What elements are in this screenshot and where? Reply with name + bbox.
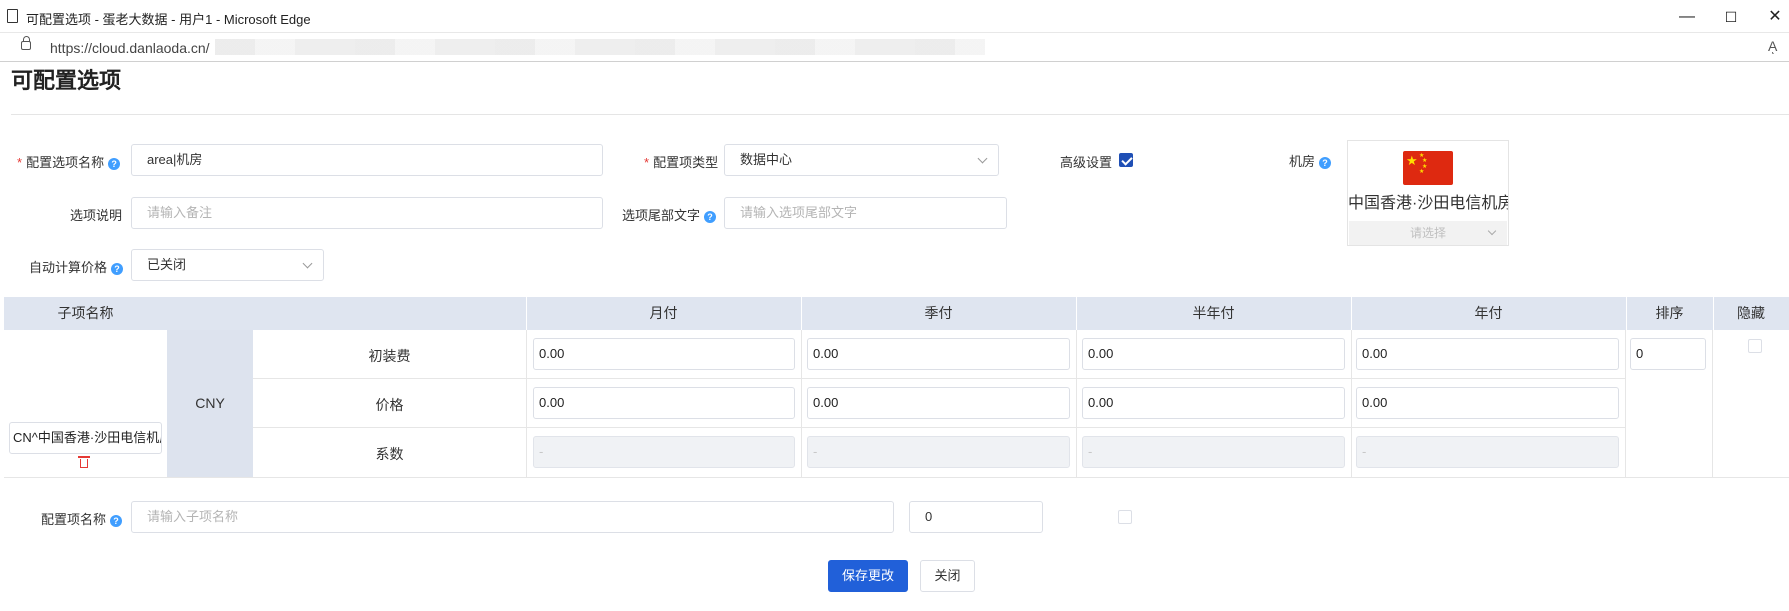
row-divider (253, 427, 1625, 428)
coefficient-semiannual-input: - (1082, 436, 1345, 468)
hidden-checkbox[interactable] (1748, 339, 1762, 353)
option-type-label: * 配置项类型 (644, 155, 719, 170)
add-hidden-checkbox[interactable] (1118, 510, 1132, 524)
china-flag-icon: ★ ★ ★ ★ ★ (1403, 151, 1453, 185)
address-bar[interactable]: https://cloud.danlaoda.cn/ Aͅ (0, 33, 1789, 62)
page-title: 可配置选项 (11, 68, 122, 93)
required-mark: * (17, 155, 23, 170)
lock-icon[interactable] (21, 36, 31, 50)
advanced-label: 高级设置 (1060, 155, 1113, 170)
delete-icon[interactable] (78, 455, 90, 468)
help-icon[interactable]: ? (108, 158, 121, 170)
col-divider (1625, 330, 1626, 477)
datacenter-label: 机房? (1289, 151, 1332, 170)
datacenter-name: 中国香港·沙田电信机房 (1348, 195, 1508, 212)
chevron-down-icon (977, 153, 988, 164)
datacenter-select[interactable]: 请选择 (1349, 221, 1507, 245)
url-text[interactable]: https://cloud.danlaoda.cn/ (50, 40, 210, 56)
col-divider (1076, 330, 1077, 477)
read-aloud-icon[interactable]: Aͅ (1768, 38, 1777, 54)
header-annual: 年付 (1474, 305, 1503, 321)
subitem-name-input[interactable]: CN^中国香港·沙田电信机房 (9, 422, 162, 454)
save-button[interactable]: 保存更改 (828, 560, 908, 592)
required-mark: * (644, 155, 650, 170)
currency-cell: CNY (167, 330, 253, 477)
minimize-icon[interactable]: — (1676, 6, 1698, 28)
coefficient-quarterly-input: - (807, 436, 1070, 468)
price-semiannual-input[interactable]: 0.00 (1082, 387, 1345, 419)
description-label: 选项说明 (70, 208, 123, 223)
row-label-setup-fee: 初装费 (368, 348, 411, 364)
close-button[interactable]: 关闭 (920, 560, 975, 592)
price-quarterly-input[interactable]: 0.00 (807, 387, 1070, 419)
setup-fee-annual-input[interactable]: 0.00 (1356, 338, 1619, 370)
setup-fee-monthly-input[interactable]: 0.00 (533, 338, 795, 370)
option-type-select[interactable]: 数据中心 (724, 144, 999, 176)
add-option-name-label: 配置项名称? (41, 509, 123, 528)
header-quarterly: 季付 (924, 305, 953, 321)
auto-price-label: 自动计算价格? (29, 257, 124, 276)
browser-titlebar: 可配置选项 - 蛋老大数据 - 用户1 - Microsoft Edge — ☐… (0, 0, 1789, 33)
header-semiannual: 半年付 (1192, 305, 1235, 321)
chevron-down-icon (1487, 226, 1497, 236)
maximize-icon[interactable]: ☐ (1720, 6, 1742, 28)
col-divider (1712, 330, 1713, 477)
help-icon[interactable]: ? (111, 263, 124, 275)
url-blurred-segment (215, 39, 985, 55)
description-input[interactable]: 请输入备注 (131, 197, 603, 229)
header-sort: 排序 (1655, 305, 1684, 321)
row-label-coefficient: 系数 (375, 446, 404, 462)
add-sort-input[interactable]: 0 (909, 501, 1043, 533)
table-header: 子项名称 月付 季付 半年付 年付 排序 隐藏 (4, 297, 1789, 330)
row-divider (253, 378, 1625, 379)
header-name: 子项名称 (57, 305, 114, 321)
col-divider (1351, 330, 1352, 477)
col-divider (801, 330, 802, 477)
title-divider (11, 114, 1789, 115)
add-subitem-name-input[interactable]: 请输入子项名称 (131, 501, 894, 533)
header-hidden: 隐藏 (1737, 305, 1765, 321)
setup-fee-semiannual-input[interactable]: 0.00 (1082, 338, 1345, 370)
auto-price-select[interactable]: 已关闭 (131, 249, 324, 281)
col-divider (526, 330, 527, 477)
advanced-checkbox[interactable] (1119, 153, 1133, 167)
close-window-icon[interactable]: ✕ (1764, 6, 1786, 28)
option-name-input[interactable]: area|机房 (131, 144, 603, 176)
chevron-down-icon (302, 258, 313, 269)
suffix-input[interactable]: 请输入选项尾部文字 (724, 197, 1007, 229)
header-monthly: 月付 (649, 305, 678, 321)
window-title: 可配置选项 - 蛋老大数据 - 用户1 - Microsoft Edge (26, 12, 311, 27)
suffix-label: 选项尾部文字? (622, 205, 717, 224)
help-icon[interactable]: ? (110, 515, 123, 527)
coefficient-monthly-input: - (533, 436, 795, 468)
setup-fee-quarterly-input[interactable]: 0.00 (807, 338, 1070, 370)
document-icon (7, 9, 18, 23)
help-icon[interactable]: ? (1319, 157, 1332, 169)
row-label-price: 价格 (375, 397, 404, 413)
datacenter-card[interactable]: ★ ★ ★ ★ ★ 中国香港·沙田电信机房 请选择 (1347, 140, 1509, 246)
coefficient-annual-input: - (1356, 436, 1619, 468)
option-name-label: * 配置选项名称? (17, 152, 121, 171)
row-divider (4, 477, 1789, 478)
price-monthly-input[interactable]: 0.00 (533, 387, 795, 419)
help-icon[interactable]: ? (704, 211, 717, 223)
price-annual-input[interactable]: 0.00 (1356, 387, 1619, 419)
sort-input[interactable]: 0 (1630, 338, 1706, 370)
